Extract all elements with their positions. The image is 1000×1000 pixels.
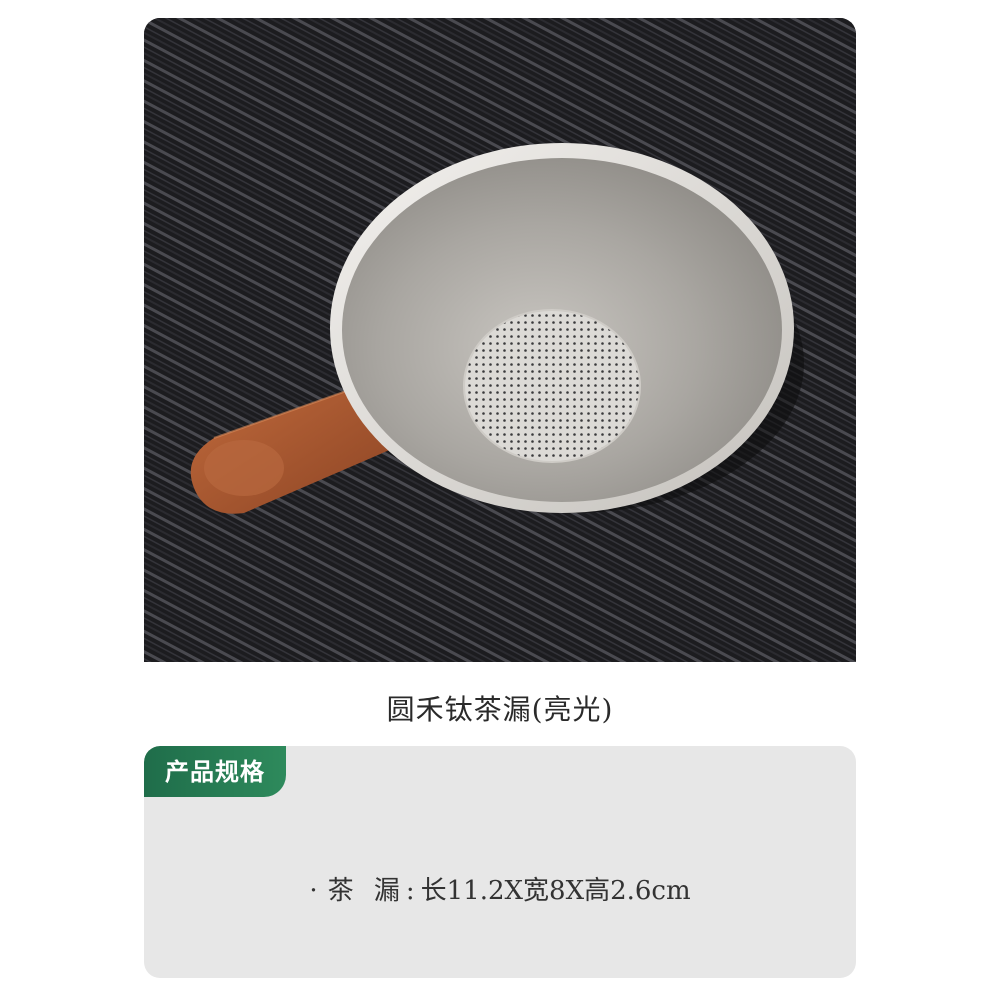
spec-value: 长11.2X宽8X高2.6cm (420, 876, 691, 906)
spec-card: 产品规格 · 茶 漏:长11.2X宽8X高2.6cm (144, 746, 856, 978)
spec-bullet: · (309, 876, 318, 906)
product-photo (144, 18, 856, 662)
spec-line: · 茶 漏:长11.2X宽8X高2.6cm (144, 870, 856, 907)
product-title: 圆禾钛茶漏(亮光) (386, 693, 614, 726)
spec-tag: 产品规格 (144, 746, 286, 797)
tea-strainer-illustration (144, 18, 856, 662)
spec-key: 茶 漏: (327, 876, 421, 906)
